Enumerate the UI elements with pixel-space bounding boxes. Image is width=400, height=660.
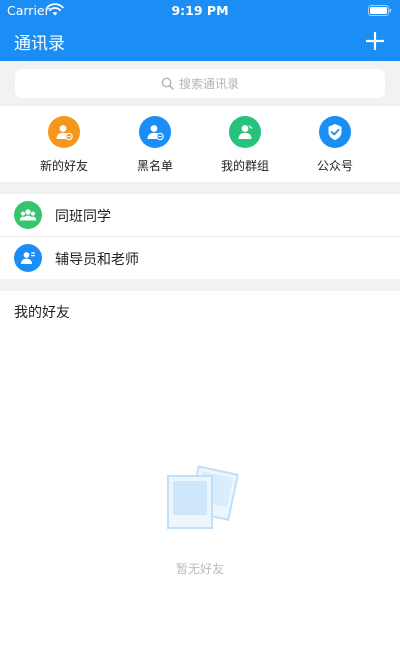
search-icon — [161, 77, 174, 90]
empty-photos-icon — [167, 465, 239, 529]
quick-action-new-friends[interactable]: 新的好友 — [24, 116, 104, 182]
group-icon — [229, 116, 261, 148]
empty-state-text: 暂无好友 — [175, 562, 224, 576]
teachers-icon — [14, 244, 42, 272]
section-title-my-friends: 我的好友 — [14, 305, 70, 321]
quick-action-my-groups[interactable]: 我的群组 — [205, 116, 285, 182]
quick-action-label: 黑名单 — [136, 159, 173, 173]
classmates-icon — [14, 201, 42, 229]
header: Carrier 9:19 PM 通讯录 — [0, 0, 400, 61]
blacklist-icon — [139, 116, 171, 148]
section-separator — [0, 279, 400, 291]
search-placeholder: 搜索通讯录 — [178, 77, 239, 91]
list-item-label: 同班同学 — [55, 209, 111, 225]
quick-action-label: 新的好友 — [39, 159, 88, 173]
list-item-classmates[interactable]: 同班同学 — [0, 194, 400, 236]
quick-action-label: 我的群组 — [220, 159, 269, 173]
contacts-screen: Carrier 9:19 PM 通讯录 搜索通讯录 新的好友 黑名单 我的群组 … — [0, 0, 400, 660]
page-title: 通讯录 — [14, 34, 65, 54]
new-friend-icon — [48, 116, 80, 148]
official-account-icon — [319, 116, 351, 148]
battery-icon — [368, 5, 392, 16]
status-bar: Carrier 9:19 PM — [0, 0, 400, 22]
quick-action-official-accounts[interactable]: 公众号 — [295, 116, 375, 182]
search-input[interactable]: 搜索通讯录 — [15, 69, 385, 98]
search-area: 搜索通讯录 — [0, 61, 400, 106]
section-separator — [0, 182, 400, 194]
list-item-label: 辅导员和老师 — [55, 252, 139, 268]
quick-action-label: 公众号 — [316, 159, 353, 173]
quick-actions: 新的好友 黑名单 我的群组 公众号 — [0, 106, 400, 182]
add-button[interactable] — [364, 30, 386, 52]
status-time: 9:19 PM — [171, 3, 229, 18]
list-item-teachers[interactable]: 辅导员和老师 — [0, 237, 400, 279]
quick-action-blacklist[interactable]: 黑名单 — [115, 116, 195, 182]
